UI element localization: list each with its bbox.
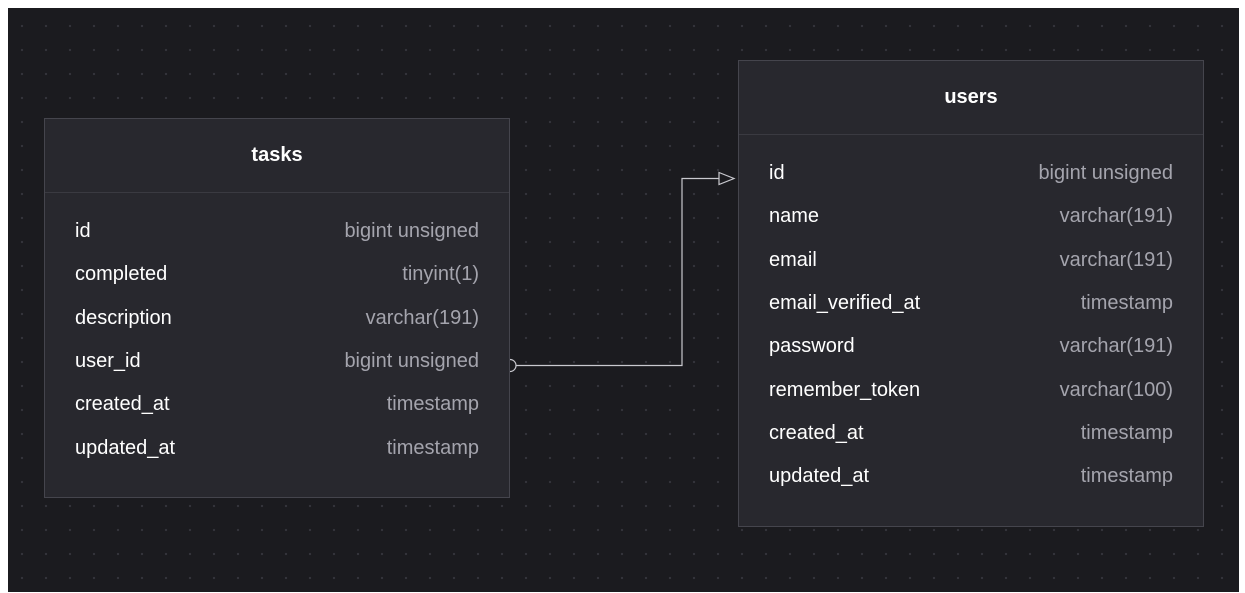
relationship-line[interactable] [516, 177, 719, 367]
diagram-canvas[interactable]: tasks id bigint unsigned completed tinyi… [8, 8, 1239, 592]
arrow-head-icon [718, 171, 736, 186]
relationship-connector[interactable] [8, 8, 1239, 592]
many-end-marker-icon [509, 358, 517, 373]
